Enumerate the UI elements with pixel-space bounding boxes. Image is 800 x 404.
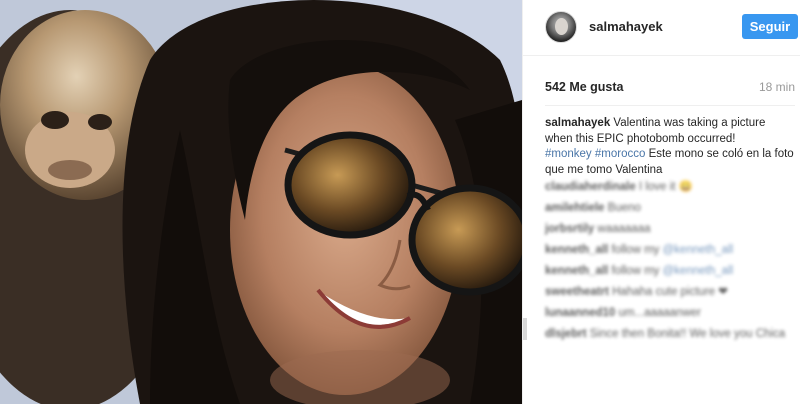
comment-username[interactable]: jorbsrtily <box>545 223 594 235</box>
comment-item: sweetheatrt Hahaha cute picture ❤ <box>545 285 795 306</box>
profile-avatar-icon[interactable] <box>545 11 577 43</box>
hashtag-monkey[interactable]: #monkey <box>545 148 592 160</box>
comment-username[interactable]: kenneth_all <box>545 244 608 256</box>
post-caption: salmahayek Valentina was taking a pictur… <box>545 116 795 178</box>
post-timestamp[interactable]: 18 min <box>759 80 795 94</box>
comment-text: waaaaaaa <box>597 223 651 235</box>
comment-item: jorbsrtily waaaaaaa <box>545 222 795 243</box>
comment-item: lunaanned10 um...aaaaanwer <box>545 306 795 327</box>
comment-text: um...aaaaanwer <box>618 307 701 319</box>
comment-username[interactable]: sweetheatrt <box>545 286 609 298</box>
follow-button[interactable]: Seguir <box>742 14 798 39</box>
avatar-face <box>555 18 568 35</box>
comment-mention[interactable]: @kenneth_all <box>663 244 734 256</box>
post-header: salmahayek Seguir <box>523 0 800 56</box>
comment-text: Bueno <box>607 202 641 214</box>
hashtag-morocco[interactable]: #morocco <box>595 148 646 160</box>
comments-list: claudiaherdinale I love it 😀 amilehtiele… <box>545 180 795 343</box>
divider <box>545 105 795 106</box>
comment-text: I love it 😀 <box>638 181 693 193</box>
comment-username[interactable]: lunaanned10 <box>545 307 615 319</box>
comment-username[interactable]: amilehtiele <box>545 202 604 214</box>
comment-username[interactable]: claudiaherdinale <box>545 181 636 193</box>
comment-text: Hahaha cute picture ❤ <box>612 286 728 298</box>
comment-username[interactable]: dlsjebrt <box>545 328 587 340</box>
username-link[interactable]: salmahayek <box>589 19 663 34</box>
likes-count[interactable]: 542 Me gusta <box>545 80 624 94</box>
comment-text: follow my <box>611 244 660 256</box>
post-photo[interactable] <box>0 0 522 404</box>
comment-mention[interactable]: @kenneth_all <box>663 265 734 277</box>
comment-item: kenneth_all follow my @kenneth_all <box>545 264 795 285</box>
comment-item: dlsjebrt Since then Bonita!! We love you… <box>545 327 795 343</box>
comment-text: follow my <box>611 265 660 277</box>
comment-item: amilehtiele Bueno <box>545 201 795 222</box>
selfie-with-monkey-image <box>0 0 522 404</box>
post-info-panel: salmahayek Seguir 542 Me gusta 18 min sa… <box>522 0 800 404</box>
comment-text: Since then Bonita!! We love you Chica <box>589 328 786 340</box>
comment-username[interactable]: kenneth_all <box>545 265 608 277</box>
comments-scrollbar[interactable] <box>523 318 527 340</box>
comment-item: claudiaherdinale I love it 😀 <box>545 180 795 201</box>
caption-username[interactable]: salmahayek <box>545 117 610 129</box>
post-stats: 542 Me gusta 18 min <box>545 80 795 98</box>
comment-item: kenneth_all follow my @kenneth_all <box>545 243 795 264</box>
